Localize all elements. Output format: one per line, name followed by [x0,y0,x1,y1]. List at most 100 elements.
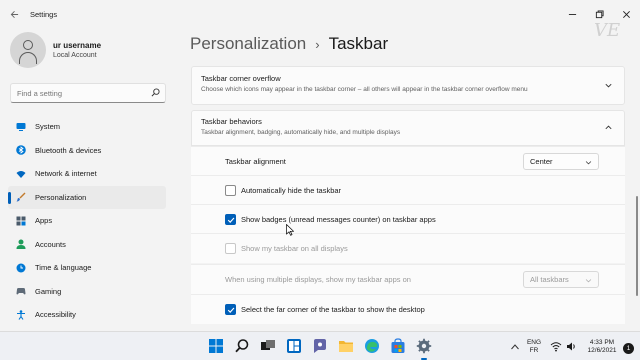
sidebar-item-system[interactable]: System [8,115,166,139]
store-icon[interactable] [390,338,406,354]
search-input[interactable] [17,88,147,98]
chat-icon[interactable] [312,338,328,354]
taskbar-alignment-label: Taskbar alignment [225,157,286,166]
settings-window: Settings VE ur username Local Account Fi… [0,0,640,331]
sidebar-nav: System Bluetooth & devices Network & int… [8,115,166,327]
person-icon [16,239,26,250]
far-corner-row: Select the far corner of the taskbar to … [191,294,625,324]
sidebar-item-personalization[interactable]: Personalization [8,185,166,209]
back-button[interactable] [1,0,27,28]
file-explorer-icon[interactable] [338,338,354,354]
title-bar: Settings [0,0,640,28]
time: 4:33 PM [589,339,615,346]
sidebar-item-time-language[interactable]: Time & language [8,256,166,280]
dropdown-value: Center [530,157,553,166]
profile-name: ur username [53,41,102,50]
wifi-icon[interactable] [550,341,562,352]
accessibility-icon [16,310,26,320]
checkmark-icon [227,307,234,313]
show-badges-label[interactable]: Show badges (unread messages counter) on… [241,215,436,224]
settings-icon[interactable] [416,338,432,354]
sidebar-item-apps[interactable]: Apps [8,209,166,233]
card-title: Taskbar behaviors [201,117,262,126]
search-icon[interactable] [151,88,160,97]
search-icon[interactable] [234,338,250,354]
monitor-icon [16,122,26,132]
breadcrumb: Personalization › Taskbar [190,34,388,54]
card-title: Taskbar corner overflow [201,74,281,83]
all-displays-checkbox [225,243,236,254]
date: 12/6/2021 [587,347,617,354]
scrollbar[interactable] [636,196,638,296]
wifi-icon [16,169,26,179]
widgets-icon[interactable] [286,338,302,354]
chevron-up-icon[interactable] [604,123,613,132]
show-badges-row: Show badges (unread messages counter) on… [191,204,625,234]
sidebar-item-label: Accessibility [35,310,76,320]
app-title: Settings [30,9,58,19]
sidebar-item-gaming[interactable]: Gaming [8,280,166,304]
taskbar-behaviors-card[interactable]: Taskbar behaviors Taskbar alignment, bad… [191,110,625,146]
sidebar-item-label: Gaming [35,286,62,296]
chevron-down-icon[interactable] [604,81,613,90]
sidebar-item-label: System [35,122,61,132]
notification-badge[interactable]: 1 [623,343,634,354]
bluetooth-icon [16,145,26,156]
taskbar-corner-overflow-card[interactable]: Taskbar corner overflow Choose which ico… [191,66,625,105]
search-box[interactable] [10,83,166,103]
breadcrumb-separator: › [315,36,320,52]
sidebar-item-label: Bluetooth & devices [35,145,102,155]
chevron-down-icon [585,279,592,283]
brush-icon [16,192,26,202]
far-corner-checkbox[interactable] [225,304,236,315]
avatar [10,32,46,68]
close-icon [623,10,630,18]
dropdown-value: All taskbars [530,275,569,284]
checkmark-icon [227,217,234,223]
multi-display-dropdown: All taskbars [523,271,599,288]
minimize-icon [568,13,577,15]
sidebar-item-label: Apps [35,216,53,226]
all-displays-label: Show my taskbar on all displays [241,244,348,253]
auto-hide-checkbox[interactable] [225,185,236,196]
sidebar-item-label: Accounts [35,239,66,249]
card-subtitle: Choose which icons may appear in the tas… [201,86,528,93]
edge-icon[interactable] [364,338,380,354]
gamepad-icon [16,286,26,296]
task-view-icon[interactable] [260,338,276,354]
back-arrow-icon [10,10,18,18]
windows-taskbar: ENG FR 4:33 PM 12/6/2021 1 [0,331,640,360]
sidebar-item-bluetooth[interactable]: Bluetooth & devices [8,139,166,163]
volume-icon[interactable] [566,341,577,352]
multi-display-row: When using multiple displays, show my ta… [191,264,625,294]
auto-hide-row: Automatically hide the taskbar [191,175,625,205]
show-badges-checkbox[interactable] [225,214,236,225]
chevron-up-icon[interactable] [510,343,520,351]
sidebar-item-accounts[interactable]: Accounts [8,233,166,257]
taskbar-alignment-row: Taskbar alignment Center [191,146,625,176]
apps-grid-icon [16,216,26,226]
taskbar-alignment-dropdown[interactable]: Center [523,153,599,170]
restore-icon [595,9,604,18]
sidebar-item-label: Personalization [35,192,87,202]
chevron-down-icon [585,161,592,165]
sidebar-item-label: Network & internet [35,169,97,179]
page-title: Taskbar [328,34,389,53]
all-displays-row: Show my taskbar on all displays [191,233,625,263]
card-subtitle: Taskbar alignment, badging, automaticall… [201,129,401,136]
sidebar-item-accessibility[interactable]: Accessibility [8,303,166,327]
multi-display-label: When using multiple displays, show my ta… [225,275,411,284]
breadcrumb-parent[interactable]: Personalization [190,34,306,54]
sidebar-item-label: Time & language [35,263,92,273]
start-icon[interactable] [208,338,224,354]
language-indicator[interactable]: ENG FR [526,339,542,355]
auto-hide-label[interactable]: Automatically hide the taskbar [241,186,341,195]
watermark-logo: VE [594,20,621,41]
profile-account-type: Local Account [53,52,97,59]
sidebar-item-network[interactable]: Network & internet [8,162,166,186]
far-corner-label[interactable]: Select the far corner of the taskbar to … [241,305,425,314]
minimize-button[interactable] [559,0,586,28]
clock[interactable]: 4:33 PM 12/6/2021 [584,339,620,355]
profile[interactable]: ur username Local Account [10,32,101,68]
globe-clock-icon [16,263,26,273]
